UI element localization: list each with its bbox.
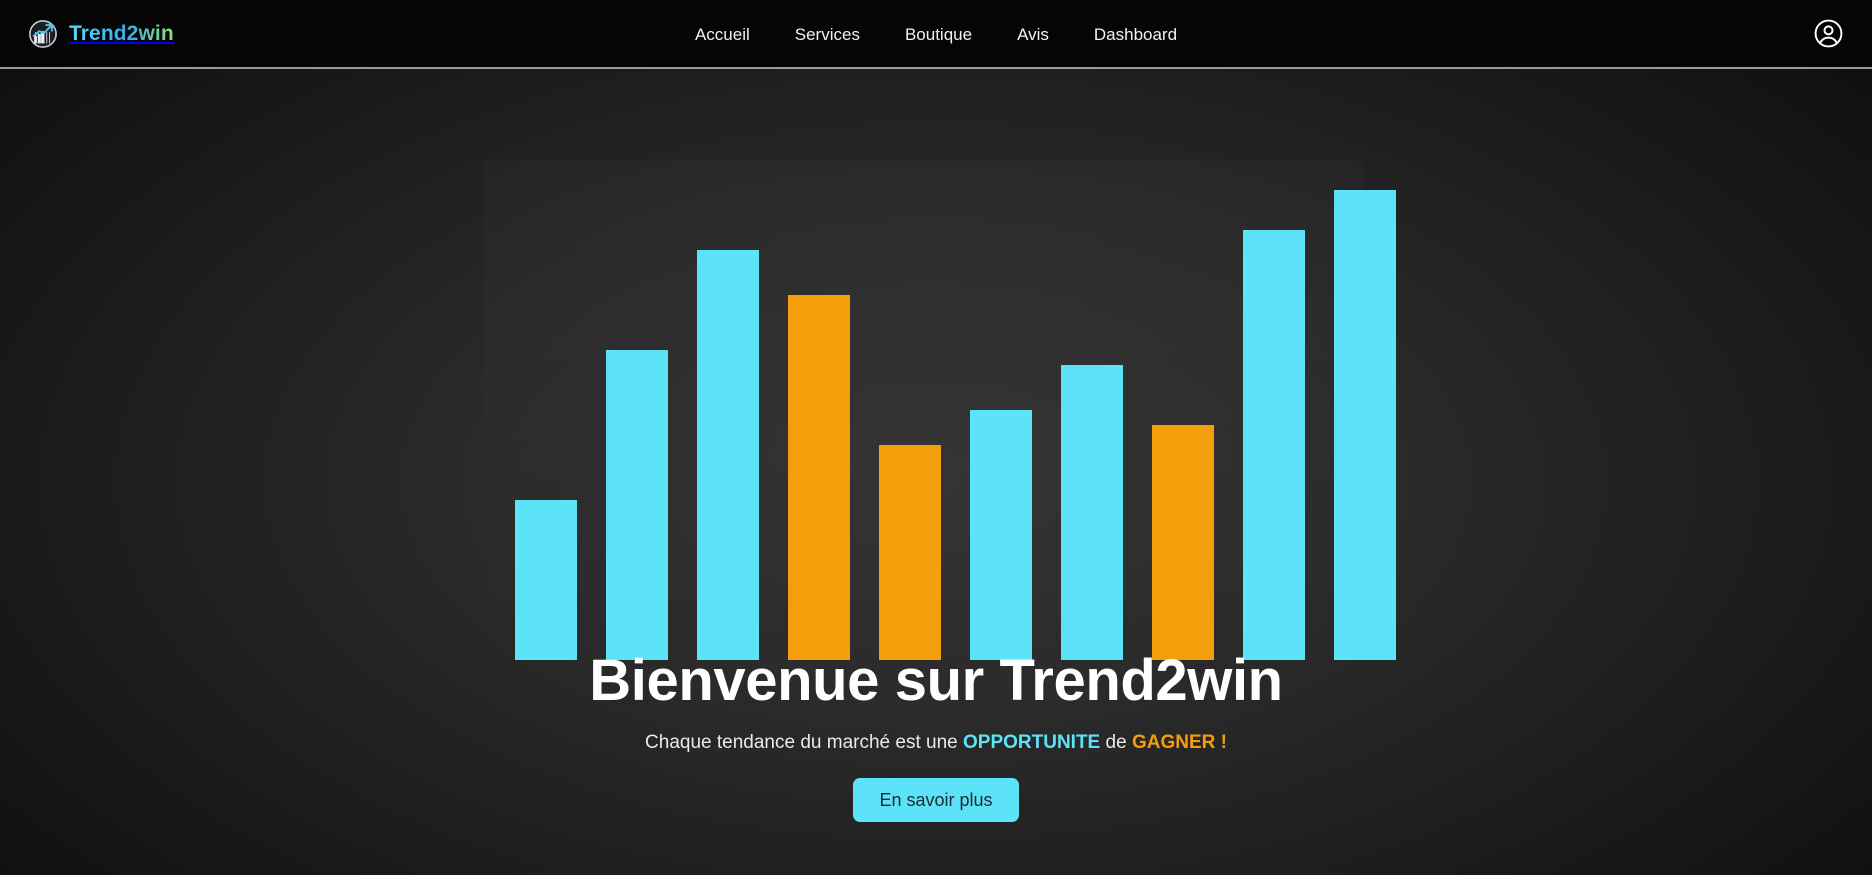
- bar-4: [788, 295, 850, 660]
- hero-subtitle-gagner: GAGNER !: [1131, 731, 1227, 753]
- bar-3: [697, 250, 759, 660]
- en-savoir-plus-button[interactable]: En savoir plus: [853, 777, 1019, 823]
- bar-5: [879, 445, 941, 660]
- hero-subtitle-part2: de: [1100, 731, 1132, 753]
- hero-subtitle: Chaque tendance du marché est une OPPORT…: [0, 731, 1872, 756]
- nav-item-services[interactable]: Services: [795, 26, 860, 43]
- nav-item-boutique[interactable]: Boutique: [905, 26, 972, 43]
- bar-2: [606, 350, 668, 660]
- header-right-actions: [1813, 18, 1844, 49]
- hero-bar-chart: [483, 160, 1396, 660]
- hero-section: Bienvenue sur Trend2win Chaque tendance …: [0, 69, 1872, 875]
- bar-9: [1243, 230, 1305, 660]
- hero-subtitle-part1: Chaque tendance du marché est une: [645, 731, 963, 753]
- bar-chart-bars: [483, 160, 1396, 660]
- chart-growth-circle-icon: [28, 19, 58, 49]
- main-navigation: Accueil Services Boutique Avis Dashboard: [695, 0, 1177, 69]
- page-title: Bienvenue sur Trend2win: [589, 648, 1283, 713]
- bar-8: [1152, 425, 1214, 660]
- brand-logo-link[interactable]: Trend2win: [28, 19, 174, 49]
- page-root: Trend2win Accueil Services Boutique Avis…: [0, 0, 1872, 875]
- bar-7: [1061, 365, 1123, 660]
- bar-6: [970, 410, 1032, 660]
- nav-item-accueil[interactable]: Accueil: [695, 26, 750, 43]
- brand-name: Trend2win: [69, 21, 174, 45]
- nav-item-dashboard[interactable]: Dashboard: [1094, 26, 1177, 43]
- user-circle-icon[interactable]: [1813, 18, 1844, 49]
- bar-1: [515, 500, 577, 660]
- nav-item-avis[interactable]: Avis: [1017, 26, 1049, 43]
- site-header: Trend2win Accueil Services Boutique Avis…: [0, 0, 1872, 69]
- hero-cta-wrap: En savoir plus: [0, 777, 1872, 823]
- bar-10: [1334, 190, 1396, 660]
- hero-copy-block: Bienvenue sur Trend2win Chaque tendance …: [0, 648, 1872, 823]
- hero-subtitle-opportunite: OPPORTUNITE: [963, 731, 1101, 753]
